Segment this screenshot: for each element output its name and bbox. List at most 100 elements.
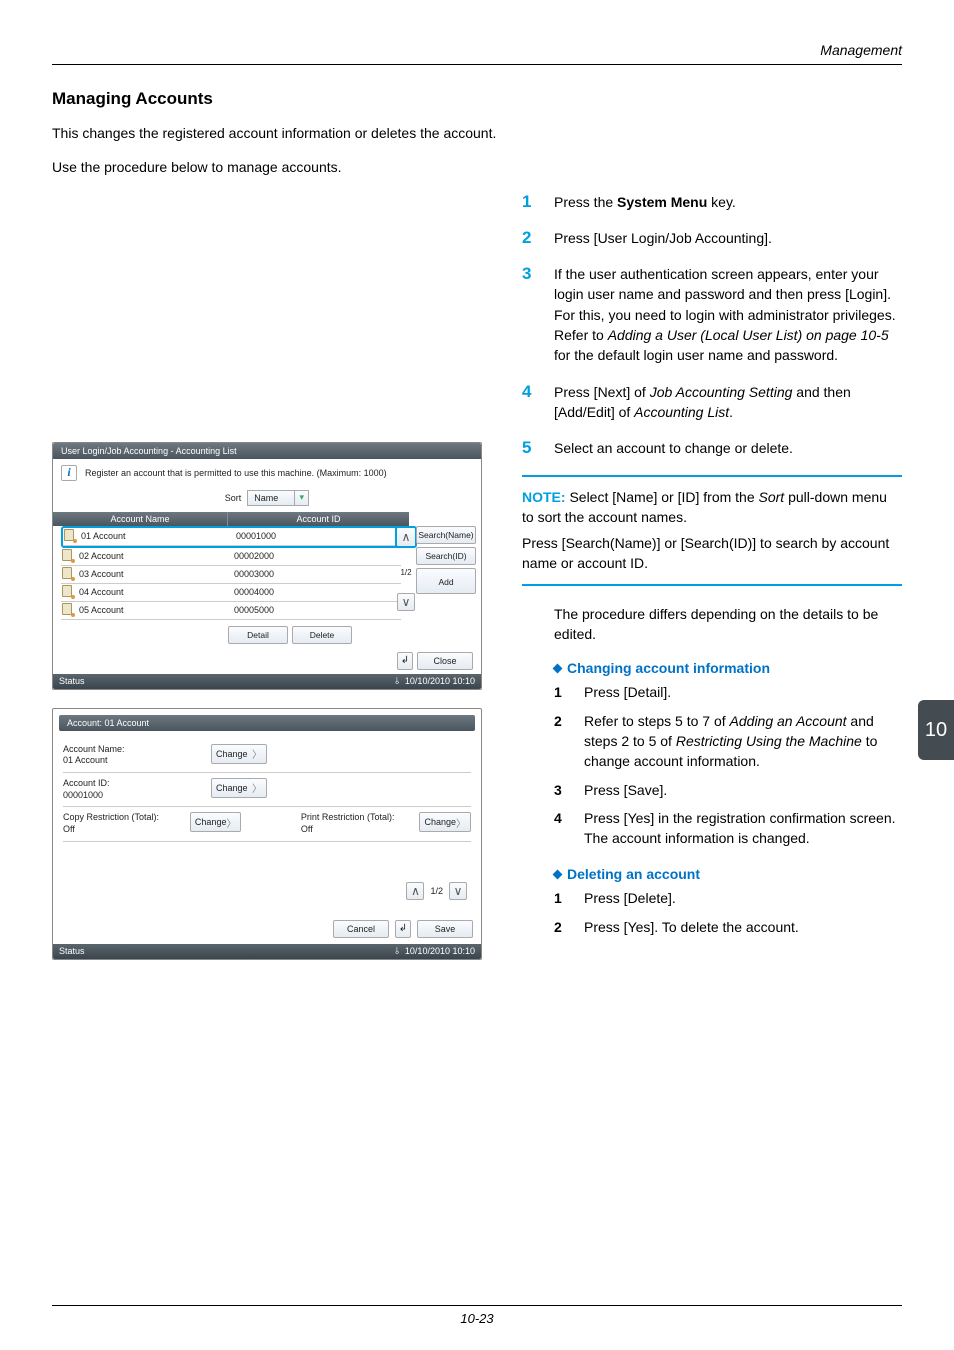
header-rule [52,64,902,65]
status-label: Status [59,676,85,687]
step-body: Press the System Menu key. [554,192,902,212]
cell-id: 00005000 [234,605,401,615]
step-body: Select an account to change or delete. [554,438,902,458]
status-icon: ⫰ [395,676,399,687]
account-icon [63,529,77,543]
sort-dropdown[interactable]: Name ▾ [247,490,309,506]
chapter-tab: 10 [918,700,954,760]
account-detail-screenshot: Account: 01 Account Account Name:01 Acco… [52,708,482,960]
field-label: Print Restriction (Total): [301,812,402,824]
cell-name: 01 Account [81,531,236,541]
page-up-button[interactable]: ∧ [406,882,424,900]
substep-number: 1 [554,888,568,908]
sort-label: Sort [225,493,242,503]
cell-name: 05 Account [79,605,234,615]
chevron-down-icon[interactable]: ▾ [294,491,308,505]
substep-body: Press [Yes]. To delete the account. [584,917,902,937]
enter-icon: ↲ [397,652,413,670]
page-indicator: 1/2 [430,886,443,896]
accounting-list-screenshot: User Login/Job Accounting - Accounting L… [52,442,482,690]
chevron-right-icon: 〉 [252,746,262,761]
col-account-name: Account Name [53,512,228,526]
table-row[interactable]: 04 Account00004000 [61,584,401,602]
add-button[interactable]: Add [416,568,476,594]
step-body: Press [User Login/Job Accounting]. [554,228,902,248]
chevron-right-icon: 〉 [226,815,236,830]
step-number: 2 [522,228,536,248]
field-label: Copy Restriction (Total): [63,812,172,824]
cell-name: 04 Account [79,587,234,597]
header-section-label: Management [820,42,902,58]
change-label: Change [216,783,248,793]
substep-body: Press [Save]. [584,780,902,800]
field-value: Off [63,824,172,836]
field-value: 01 Account [63,755,193,767]
delete-button[interactable]: Delete [292,626,352,644]
table-row[interactable]: 01 Account00001000 [63,528,399,546]
enter-icon: ↲ [395,920,411,938]
step-number: 1 [522,192,536,212]
page-number: 10-23 [0,1311,954,1326]
note-box: NOTE: Select [Name] or [ID] from the Sor… [522,475,902,586]
step-number: 3 [522,264,536,365]
change-label: Change [216,749,248,759]
close-button[interactable]: Close [417,652,473,670]
cell-name: 03 Account [79,569,234,579]
substep-number: 2 [554,917,568,937]
table-row[interactable]: 02 Account00002000 [61,548,401,566]
cell-name: 02 Account [79,551,234,561]
field-label: Account ID: [63,778,193,790]
status-icon: ⫰ [395,946,399,957]
field-value: Off [301,824,402,836]
substep-body: Refer to steps 5 to 7 of Adding an Accou… [584,711,902,772]
status-timestamp: 10/10/2010 10:10 [405,946,475,956]
cell-id: 00002000 [234,551,401,561]
substep-body: Press [Delete]. [584,888,902,908]
section-title: Managing Accounts [52,89,902,109]
info-icon: i [61,465,77,481]
intro-2: Use the procedure below to manage accoun… [52,157,902,177]
detail-button[interactable]: Detail [228,626,288,644]
cancel-button[interactable]: Cancel [333,920,389,938]
step-body: Press [Next] of Job Accounting Setting a… [554,382,902,423]
substep-body: Press [Detail]. [584,682,902,702]
window-title: User Login/Job Accounting - Accounting L… [53,443,481,459]
step-spacer [522,604,536,645]
changing-heading: Changing account information [554,660,902,676]
footer-rule [52,1305,902,1306]
save-button[interactable]: Save [417,920,473,938]
table-row[interactable]: 05 Account00005000 [61,602,401,620]
field-label: Account Name: [63,744,193,756]
substep-number: 2 [554,711,568,772]
account-icon [61,549,75,563]
search-id-button[interactable]: Search(ID) [416,547,476,565]
diamond-icon [553,664,563,674]
page-down-button[interactable]: ∨ [449,882,467,900]
change-button[interactable]: Change〉 [419,812,471,832]
substep-body: Press [Yes] in the registration confirma… [584,808,902,849]
page-up-button[interactable]: ∧ [397,528,415,546]
page-indicator: 1/2 [400,568,411,577]
change-button[interactable]: Change〉 [211,778,267,798]
after-note-text: The procedure differs depending on the d… [554,604,902,645]
change-label: Change [195,817,227,827]
chevron-right-icon: 〉 [456,815,466,830]
cell-id: 00003000 [234,569,401,579]
col-account-id: Account ID [228,512,409,526]
status-timestamp: 10/10/2010 10:10 [405,676,475,686]
substep-number: 3 [554,780,568,800]
change-label: Change [424,817,456,827]
change-button[interactable]: Change〉 [190,812,242,832]
diamond-icon [553,870,563,880]
field-value: 00001000 [63,790,193,802]
search-name-button[interactable]: Search(Name) [416,526,476,544]
step-number: 5 [522,438,536,458]
substep-number: 4 [554,808,568,849]
table-row[interactable]: 03 Account00003000 [61,566,401,584]
page-down-button[interactable]: ∨ [397,593,415,611]
cell-id: 00001000 [236,531,399,541]
sort-value: Name [248,493,294,503]
account-icon [61,567,75,581]
info-message: Register an account that is permitted to… [85,468,387,478]
change-button[interactable]: Change 〉 [211,744,267,764]
